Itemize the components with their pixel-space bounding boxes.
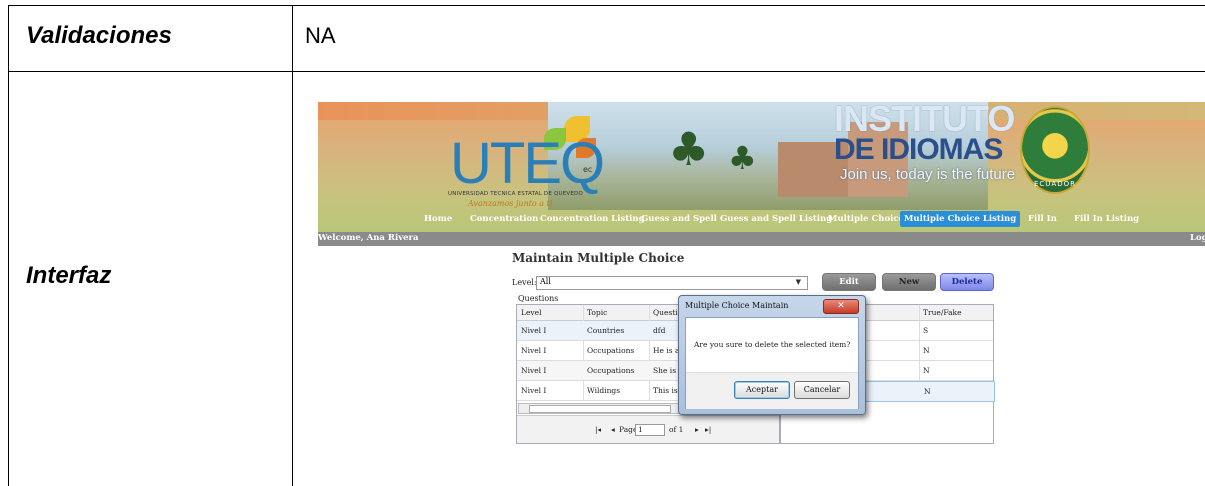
delete-button[interactable]: Delete — [940, 273, 994, 291]
pager: |◂ ◂ Page 1 of 1 ▸ ▸| — [517, 415, 779, 443]
uteq-logo: UTEQ — [450, 131, 605, 196]
first-page-icon[interactable]: |◂ — [595, 425, 601, 434]
cell-true-fake: N — [923, 346, 930, 355]
uteq-subtitle: UNIVERSIDAD TECNICA ESTATAL DE QUEVEDO — [448, 191, 584, 197]
close-icon[interactable]: ✕ — [823, 299, 859, 314]
scrollbar-thumb[interactable] — [529, 405, 671, 413]
cell-question: She is — [653, 366, 677, 375]
cell-level: Nivel I — [521, 346, 547, 355]
main-nav: Home Concentration Concentration Listing… — [318, 210, 1205, 232]
cell-topic: Occupations — [587, 366, 635, 375]
edit-button[interactable]: Edit — [822, 273, 876, 291]
cell-level: Nivel I — [521, 366, 547, 375]
palm-tree-icon: ♣ — [728, 139, 757, 177]
nav-concentration-listing[interactable]: Concentration Listing — [540, 214, 645, 224]
confirm-delete-dialog: Multiple Choice Maintain ✕ Are you sure … — [678, 295, 866, 415]
table-border-mid — [292, 5, 293, 486]
institute-title: INSTITUTO — [834, 102, 1015, 139]
cell-level: Nivel I — [521, 386, 547, 395]
cell-question: This is — [653, 386, 678, 395]
nav-guess-and-spell-listing[interactable]: Guess and Spell Listing — [720, 214, 832, 224]
nav-multiple-choice[interactable]: Multiple Choice — [828, 214, 904, 224]
column-header[interactable]: Topic — [587, 308, 607, 317]
interfaz-label: Interfaz — [26, 262, 112, 289]
page-count: of 1 — [669, 425, 684, 434]
dialog-body: Are you sure to delete the selected item… — [685, 317, 859, 409]
page-number-input[interactable]: 1 — [635, 424, 665, 436]
last-page-icon[interactable]: ▸| — [705, 425, 711, 434]
page-title: Maintain Multiple Choice — [512, 251, 685, 265]
cancel-button[interactable]: Cancelar — [794, 381, 850, 399]
cell-topic: Countries — [587, 326, 625, 335]
new-button[interactable]: New — [882, 273, 936, 291]
palm-tree-icon: ♣ — [668, 122, 710, 176]
nav-home[interactable]: Home — [424, 214, 452, 224]
validaciones-value: NA — [305, 23, 336, 48]
nav-multiple-choice-listing[interactable]: Multiple Choice Listing — [900, 211, 1021, 227]
welcome-bar: Welcome, Ana Rivera Log — [318, 232, 1205, 246]
institute-subtitle: DE IDIOMAS — [834, 133, 1003, 166]
seal-text: ECUADOR — [1034, 180, 1076, 188]
accept-button[interactable]: Aceptar — [734, 381, 790, 399]
column-header[interactable]: Questi — [653, 308, 678, 317]
cell-topic: Wildings — [587, 386, 621, 395]
institute-slogan: Join us, today is the future — [840, 166, 1016, 183]
cell-true-fake: N — [924, 387, 931, 396]
main-content: Maintain Multiple Choice Level: All ▼ Ed… — [318, 246, 1205, 486]
app-screenshot: ♣ ♣ UTEQ ec UNIVERSIDAD TECNICA ESTATAL … — [318, 102, 1205, 486]
cell-question: dfd — [653, 326, 666, 335]
chevron-down-icon: ▼ — [795, 278, 801, 286]
cell-question: He is a — [653, 346, 680, 355]
column-header[interactable]: Level — [521, 308, 542, 317]
uteq-logo-ec: ec — [583, 165, 593, 174]
level-select-value: All — [540, 277, 551, 286]
welcome-text: Welcome, Ana Rivera — [318, 233, 419, 243]
questions-label: Questions — [518, 294, 559, 303]
dialog-message: Are you sure to delete the selected item… — [694, 340, 851, 349]
column-header[interactable]: True/Fake — [923, 308, 962, 317]
cell-true-fake: S — [923, 326, 929, 335]
nav-concentration[interactable]: Concentration — [470, 214, 538, 224]
nav-fill-in-listing[interactable]: Fill In Listing — [1074, 214, 1139, 224]
page-number-value: 1 — [638, 425, 643, 434]
table-border-top — [8, 5, 1205, 6]
cell-topic: Occupations — [587, 346, 635, 355]
cell-level: Nivel I — [521, 326, 547, 335]
level-label: Level: — [512, 278, 537, 287]
uteq-slogan: Avanzamos junto a ti — [468, 199, 553, 208]
table-border-left — [8, 5, 9, 486]
prev-page-icon[interactable]: ◂ — [611, 425, 615, 434]
validaciones-label: Validaciones — [26, 22, 172, 49]
dialog-title: Multiple Choice Maintain — [685, 301, 789, 310]
nav-fill-in[interactable]: Fill In — [1028, 214, 1057, 224]
level-select[interactable]: All ▼ — [536, 276, 808, 290]
header-banner: ♣ ♣ UTEQ ec UNIVERSIDAD TECNICA ESTATAL … — [318, 102, 1205, 232]
table-border-row — [8, 71, 1205, 72]
next-page-icon[interactable]: ▸ — [695, 425, 699, 434]
logout-link[interactable]: Log — [1190, 233, 1205, 243]
dialog-footer: Aceptar Cancelar — [686, 372, 858, 409]
cell-true-fake: N — [923, 366, 930, 375]
nav-guess-and-spell[interactable]: Guess and Spell — [641, 214, 717, 224]
